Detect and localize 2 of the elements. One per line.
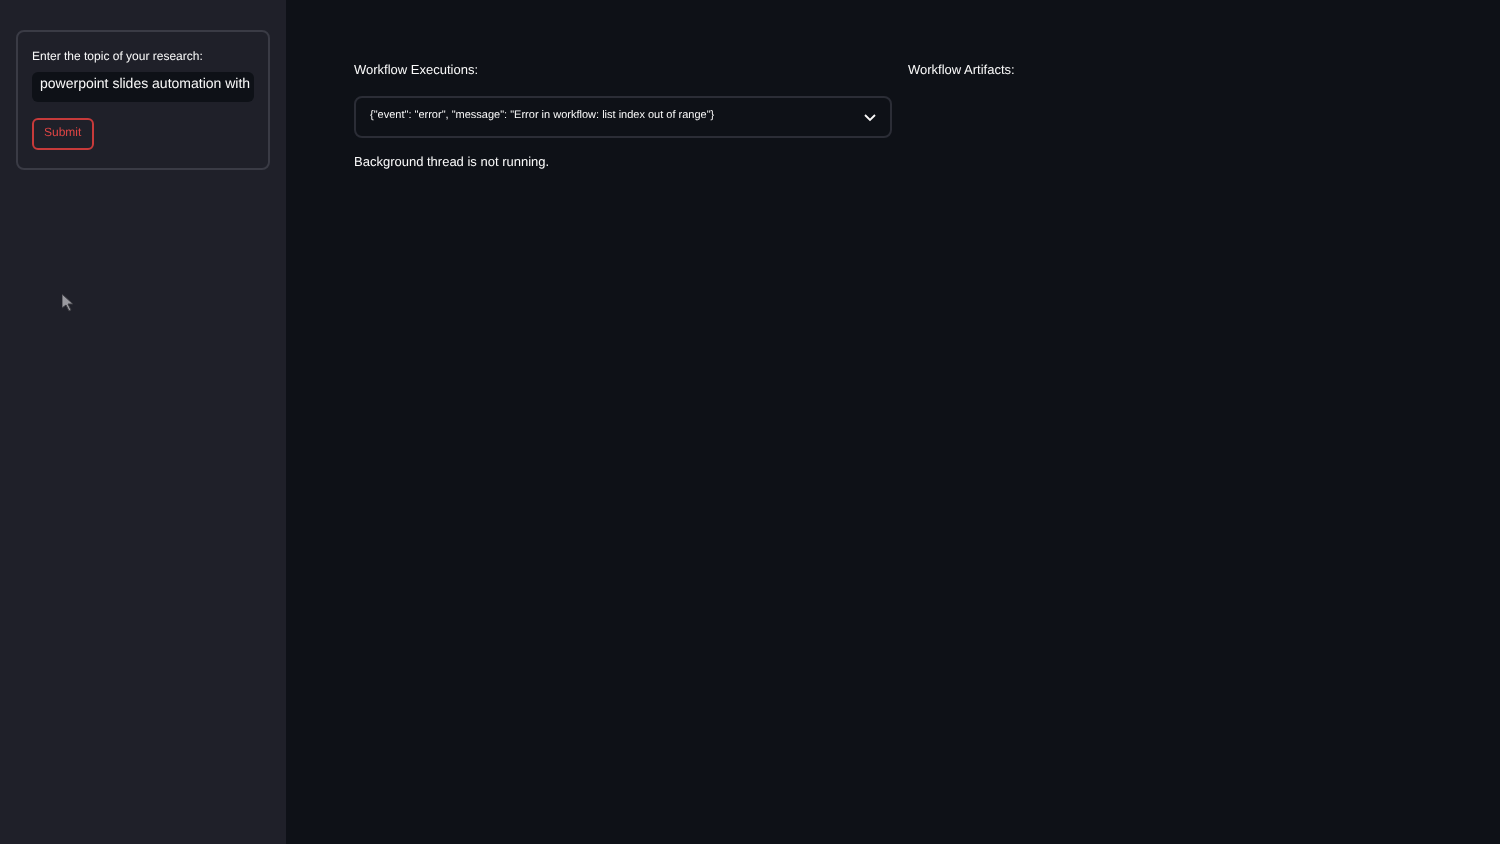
- mouse-cursor-icon: [62, 294, 74, 312]
- chevron-down-icon: [864, 113, 876, 121]
